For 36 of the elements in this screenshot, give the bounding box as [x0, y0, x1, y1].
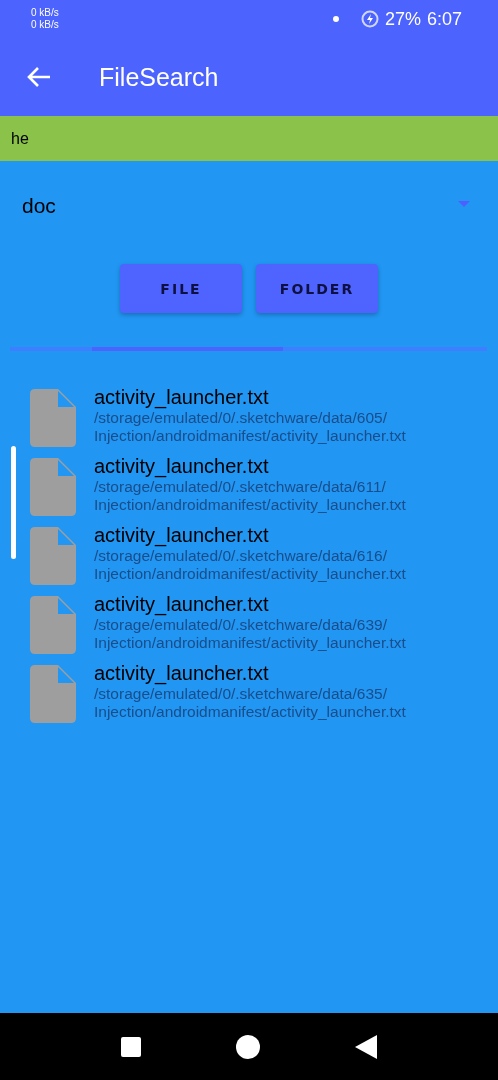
file-name[interactable]: activity_launcher.txt	[94, 385, 406, 409]
file-path: /storage/emulated/0/.sketchware/data/639/	[94, 616, 388, 634]
back-icon[interactable]	[355, 1034, 377, 1059]
file-name[interactable]: activity_launcher.txt	[94, 523, 406, 547]
file-path: Injection/androidmanifest/activity_launcher.txt	[94, 634, 406, 652]
file-icon	[30, 389, 76, 447]
file-path: Injection/androidmanifest/activity_launcher.txt	[94, 703, 406, 721]
network-speed: 0 kB/s	[31, 7, 59, 19]
app-title: FileSearch	[99, 62, 219, 92]
type-dropdown[interactable]: doc	[0, 161, 498, 251]
notification-dot-icon	[332, 16, 339, 22]
dropdown-caret-icon	[458, 201, 470, 207]
home-icon[interactable]	[236, 1034, 260, 1059]
file-name[interactable]: activity_launcher.txt	[94, 661, 406, 685]
clock: 6:07	[426, 8, 462, 30]
file-icon	[30, 596, 76, 654]
file-path: Injection/androidmanifest/activity_launcher.txt	[94, 427, 406, 445]
file-name[interactable]: activity_launcher.txt	[94, 454, 406, 478]
file-path: Injection/androidmanifest/activity_launcher.txt	[94, 496, 406, 514]
file-name[interactable]: activity_launcher.txt	[94, 592, 406, 616]
network-speed: 0 kB/s	[31, 19, 59, 31]
file-path: /storage/emulated/0/.sketchware/data/635/	[94, 685, 388, 703]
battery-percentage: 27%	[384, 8, 421, 30]
file-icon	[30, 665, 76, 723]
battery-icon	[360, 10, 379, 28]
file-path: /storage/emulated/0/.sketchware/data/611/	[94, 478, 387, 496]
file-icon	[30, 527, 76, 585]
folder-button[interactable]: FOLDER	[256, 264, 378, 313]
back-arrow-icon[interactable]	[27, 66, 51, 88]
file-icon	[30, 458, 76, 516]
recents-icon[interactable]	[121, 1036, 141, 1057]
file-path: Injection/androidmanifest/activity_launcher.txt	[94, 565, 406, 583]
search-field[interactable]: he	[0, 116, 498, 161]
file-button[interactable]: FILE	[120, 264, 242, 313]
file-path: /storage/emulated/0/.sketchware/data/616/	[94, 547, 388, 565]
file-path: /storage/emulated/0/.sketchware/data/605/	[94, 409, 388, 427]
